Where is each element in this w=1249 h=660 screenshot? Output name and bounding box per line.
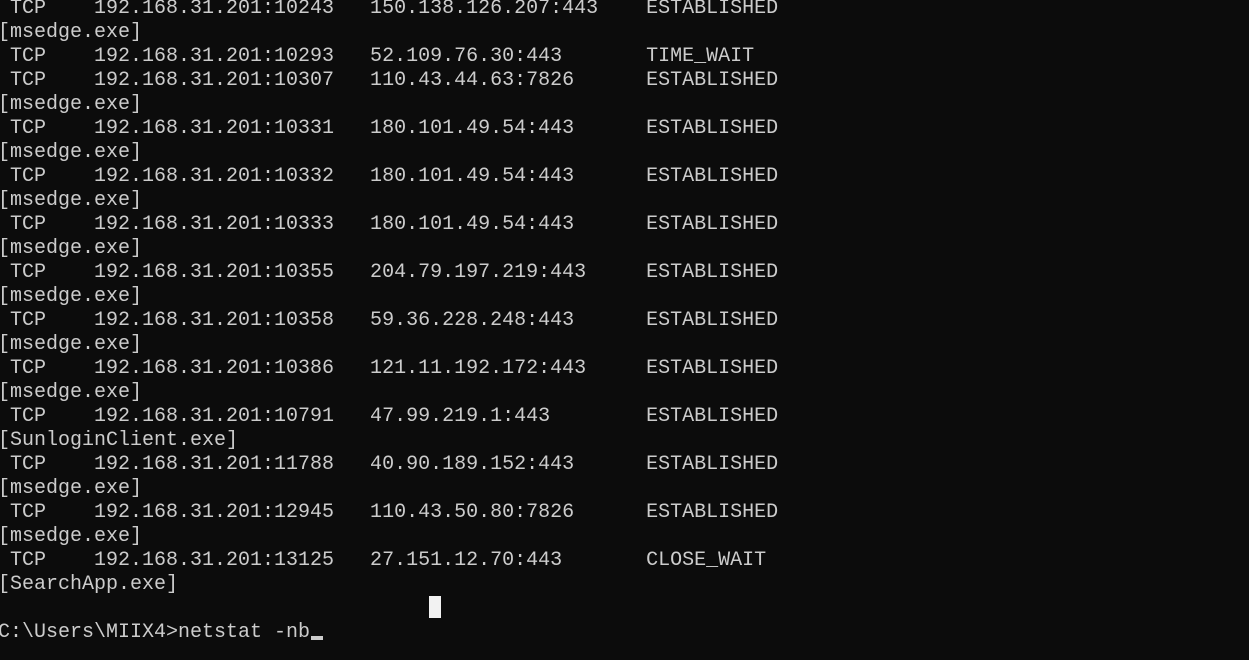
command-input[interactable]: netstat -nb: [178, 621, 310, 644]
connection-line: TCP 192.168.31.201:10332 180.101.49.54:4…: [0, 165, 779, 188]
prompt-line[interactable]: C:\Users\MIIX4>netstat -nb: [0, 621, 778, 645]
process-name-line: [msedge.exe]: [0, 237, 143, 260]
text-cursor: [311, 636, 324, 640]
connection-line: TCP 192.168.31.201:10293 52.109.76.30:44…: [0, 45, 755, 68]
connection-line: TCP 192.168.31.201:10358 59.36.228.248:4…: [0, 309, 779, 332]
process-name-line: [msedge.exe]: [0, 285, 143, 308]
connection-line: TCP 192.168.31.201:10331 180.101.49.54:4…: [0, 117, 779, 140]
process-name-line: [msedge.exe]: [0, 477, 143, 500]
connection-line: TCP 192.168.31.201:11788 40.90.189.152:4…: [0, 453, 779, 476]
connection-line: TCP 192.168.31.201:10333 180.101.49.54:4…: [0, 213, 779, 236]
connection-line: TCP 192.168.31.201:13125 27.151.12.70:44…: [0, 549, 767, 572]
prompt: C:\Users\MIIX4>: [0, 621, 179, 644]
process-name-line: [msedge.exe]: [0, 93, 143, 116]
process-name-line: [msedge.exe]: [0, 333, 143, 356]
console-output[interactable]: TCP 192.168.31.201:10243 150.138.126.207…: [0, 0, 778, 645]
connection-line: TCP 192.168.31.201:12945 110.43.50.80:78…: [0, 501, 779, 524]
connection-line: TCP 192.168.31.201:10791 47.99.219.1:443…: [0, 405, 779, 428]
process-name-line: [msedge.exe]: [0, 189, 143, 212]
process-name-line: [SunloginClient.exe]: [0, 429, 239, 452]
connection-line: TCP 192.168.31.201:10243 150.138.126.207…: [0, 0, 779, 20]
connection-line: TCP 192.168.31.201:10355 204.79.197.219:…: [0, 261, 779, 284]
process-name-line: [msedge.exe]: [0, 21, 143, 44]
process-name-line: [msedge.exe]: [0, 525, 143, 548]
process-name-line: [msedge.exe]: [0, 141, 143, 164]
connection-line: TCP 192.168.31.201:10307 110.43.44.63:78…: [0, 69, 779, 92]
process-name-line: [SearchApp.exe]: [0, 573, 179, 596]
process-name-line: [msedge.exe]: [0, 381, 143, 404]
mouse-cursor: [429, 596, 441, 618]
connection-line: TCP 192.168.31.201:10386 121.11.192.172:…: [0, 357, 779, 380]
